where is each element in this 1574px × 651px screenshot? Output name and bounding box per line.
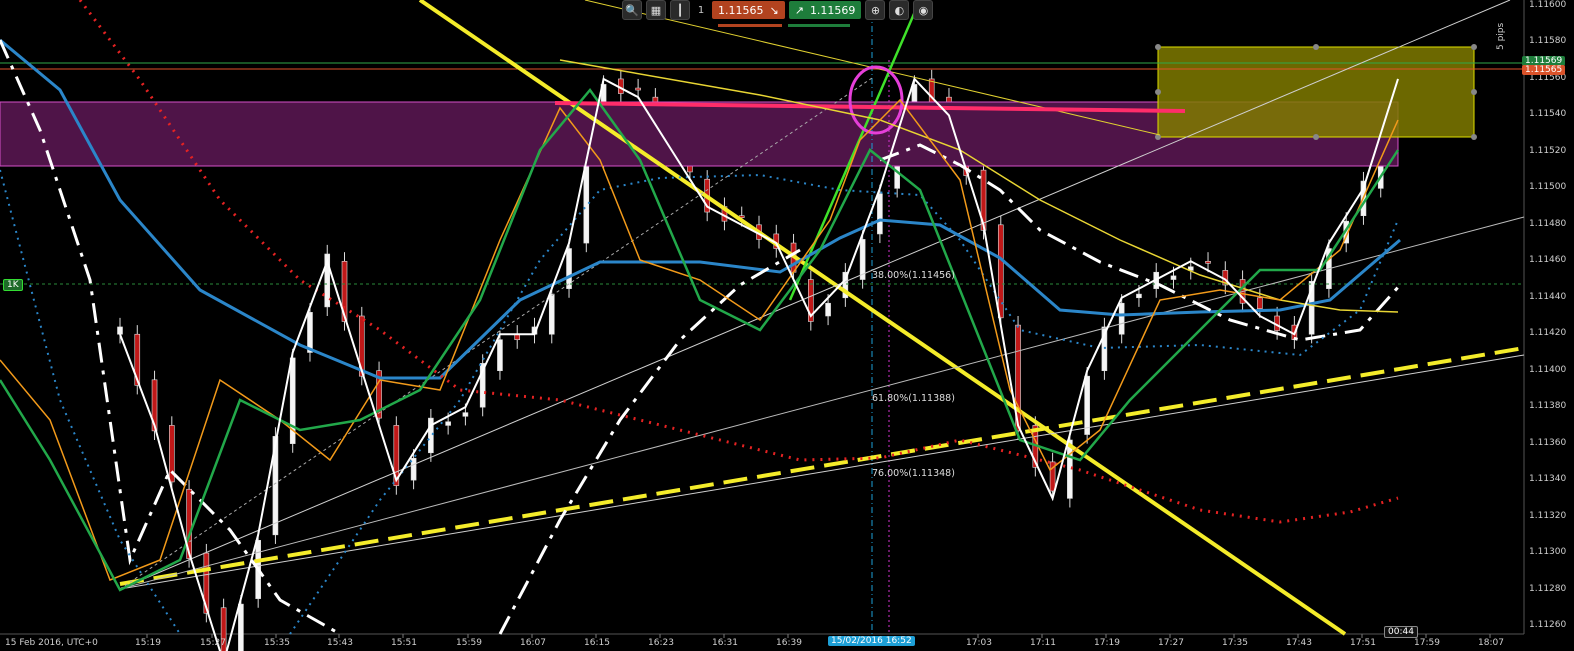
pips-label: 5 pips (1496, 22, 1506, 50)
time-tick: 15:35 (264, 638, 290, 648)
candle-body (1170, 275, 1177, 280)
candles-icon[interactable]: ┃ (670, 0, 690, 20)
candle-body (117, 326, 123, 335)
time-tick: 17:35 (1222, 638, 1248, 648)
candle-body (877, 193, 883, 235)
target-box (1157, 46, 1475, 138)
time-tick: 15:51 (391, 638, 417, 648)
price-tick: 1.11280 (1529, 583, 1567, 594)
price-tick: 1.11600 (1529, 0, 1567, 10)
ma-white-dash-3 (879, 143, 1402, 342)
settings-icon[interactable]: ◐ (889, 0, 910, 20)
time-tick: 17:51 (1350, 638, 1376, 648)
box-handle (1471, 89, 1477, 95)
price-tick: 1.11380 (1529, 401, 1567, 412)
candle-body (238, 603, 244, 651)
sell-button[interactable]: 1.11565 ↘ (712, 1, 785, 19)
buy-price: 1.11569 (809, 3, 856, 17)
candle-body (1257, 297, 1263, 310)
candle-body (1118, 302, 1125, 335)
lot-size[interactable]: 1 (694, 5, 708, 16)
price-tick: 1.11460 (1529, 255, 1567, 266)
time-tick: 17:59 (1414, 638, 1440, 648)
box-handle (1313, 134, 1319, 140)
candle-body (566, 248, 572, 289)
candle-body (307, 312, 313, 353)
price-tick: 1.11480 (1529, 218, 1567, 229)
fib-38: 38.00%(1.11456) (872, 270, 955, 281)
sell-price: 1.11565 (718, 3, 764, 17)
countdown: 00:44 (1384, 626, 1418, 638)
price-tick: 1.11540 (1529, 109, 1567, 120)
price-tick: 1.11340 (1529, 474, 1567, 485)
toolbar: 🔍 ▦ ┃ 1 1.11565 ↘ ↗ 1.11569 ⊕ ◐ ◉ (622, 0, 934, 20)
sell-bar (718, 24, 782, 27)
price-tick: 1.11420 (1529, 328, 1567, 339)
time-tick: 16:31 (712, 638, 738, 648)
candle-body (825, 302, 831, 317)
box-handle (1313, 44, 1319, 50)
candle-body (548, 293, 555, 335)
order-tag[interactable]: 1K (3, 279, 23, 291)
candle-body (445, 421, 451, 426)
price-tag-sell: 1.11565 (1522, 65, 1566, 75)
time-tick: 15:19 (135, 638, 161, 648)
candle-body (635, 87, 641, 91)
price-tick: 1.11520 (1529, 145, 1567, 156)
time-tick: 17:43 (1286, 638, 1312, 648)
box-handle (1471, 44, 1477, 50)
price-tick: 1.11400 (1529, 364, 1567, 375)
box-handle (1155, 89, 1161, 95)
box-handle (1155, 44, 1161, 50)
time-tick: 16:39 (776, 638, 802, 648)
timeframe-label: 15 Feb 2016, UTC+0 (5, 638, 98, 648)
price-tick: 1.11580 (1529, 36, 1567, 47)
arrow-up-icon: ↗ (794, 3, 804, 17)
time-tick: 17:19 (1094, 638, 1120, 648)
time-tick: 15:59 (456, 638, 482, 648)
buy-button[interactable]: ↗ 1.11569 (788, 1, 862, 19)
time-tick: 17:27 (1158, 638, 1184, 648)
trendline-up-dashed (119, 346, 1525, 586)
chart-type-icon[interactable]: ▦ (646, 0, 666, 20)
price-tick: 1.11260 (1529, 620, 1567, 630)
time-tick: 17:11 (1030, 638, 1056, 648)
time-tick: 16:07 (520, 638, 546, 648)
time-tick: 17:03 (966, 638, 992, 648)
price-tick: 1.11360 (1529, 437, 1567, 448)
ma-blue-dot-2 (289, 173, 1399, 635)
time-tick: 18:07 (1478, 638, 1504, 648)
fib-76: 76.00%(1.11348) (872, 468, 955, 479)
channel-low (119, 354, 1525, 590)
price-tick: 1.11300 (1529, 547, 1567, 558)
candle-body (1084, 375, 1090, 435)
candle-body (428, 417, 434, 454)
time-tick: 16:15 (584, 638, 610, 648)
candle-body (1136, 293, 1142, 299)
crosshair-time: 15/02/2016 16:52 (828, 636, 915, 646)
trade-icon[interactable]: ⊕ (865, 0, 886, 20)
zoom-icon[interactable]: 🔍 (622, 0, 642, 20)
candle-body (1205, 260, 1211, 264)
fib-61: 61.80%(1.11388) (872, 393, 955, 404)
arrow-down-icon: ↘ (769, 3, 779, 17)
price-tick: 1.11320 (1529, 510, 1567, 521)
candle-body (462, 412, 469, 417)
candle-body (497, 339, 503, 372)
buy-bar (788, 24, 850, 27)
box-handle (1471, 134, 1477, 140)
time-tick: 16:23 (648, 638, 674, 648)
time-tick: 15:27 (200, 638, 226, 648)
price-chart[interactable] (0, 0, 1574, 651)
price-tick: 1.11440 (1529, 291, 1567, 302)
price-tick: 1.11500 (1529, 182, 1567, 193)
time-tick: 15:43 (327, 638, 353, 648)
timer-icon[interactable]: ◉ (913, 0, 934, 20)
